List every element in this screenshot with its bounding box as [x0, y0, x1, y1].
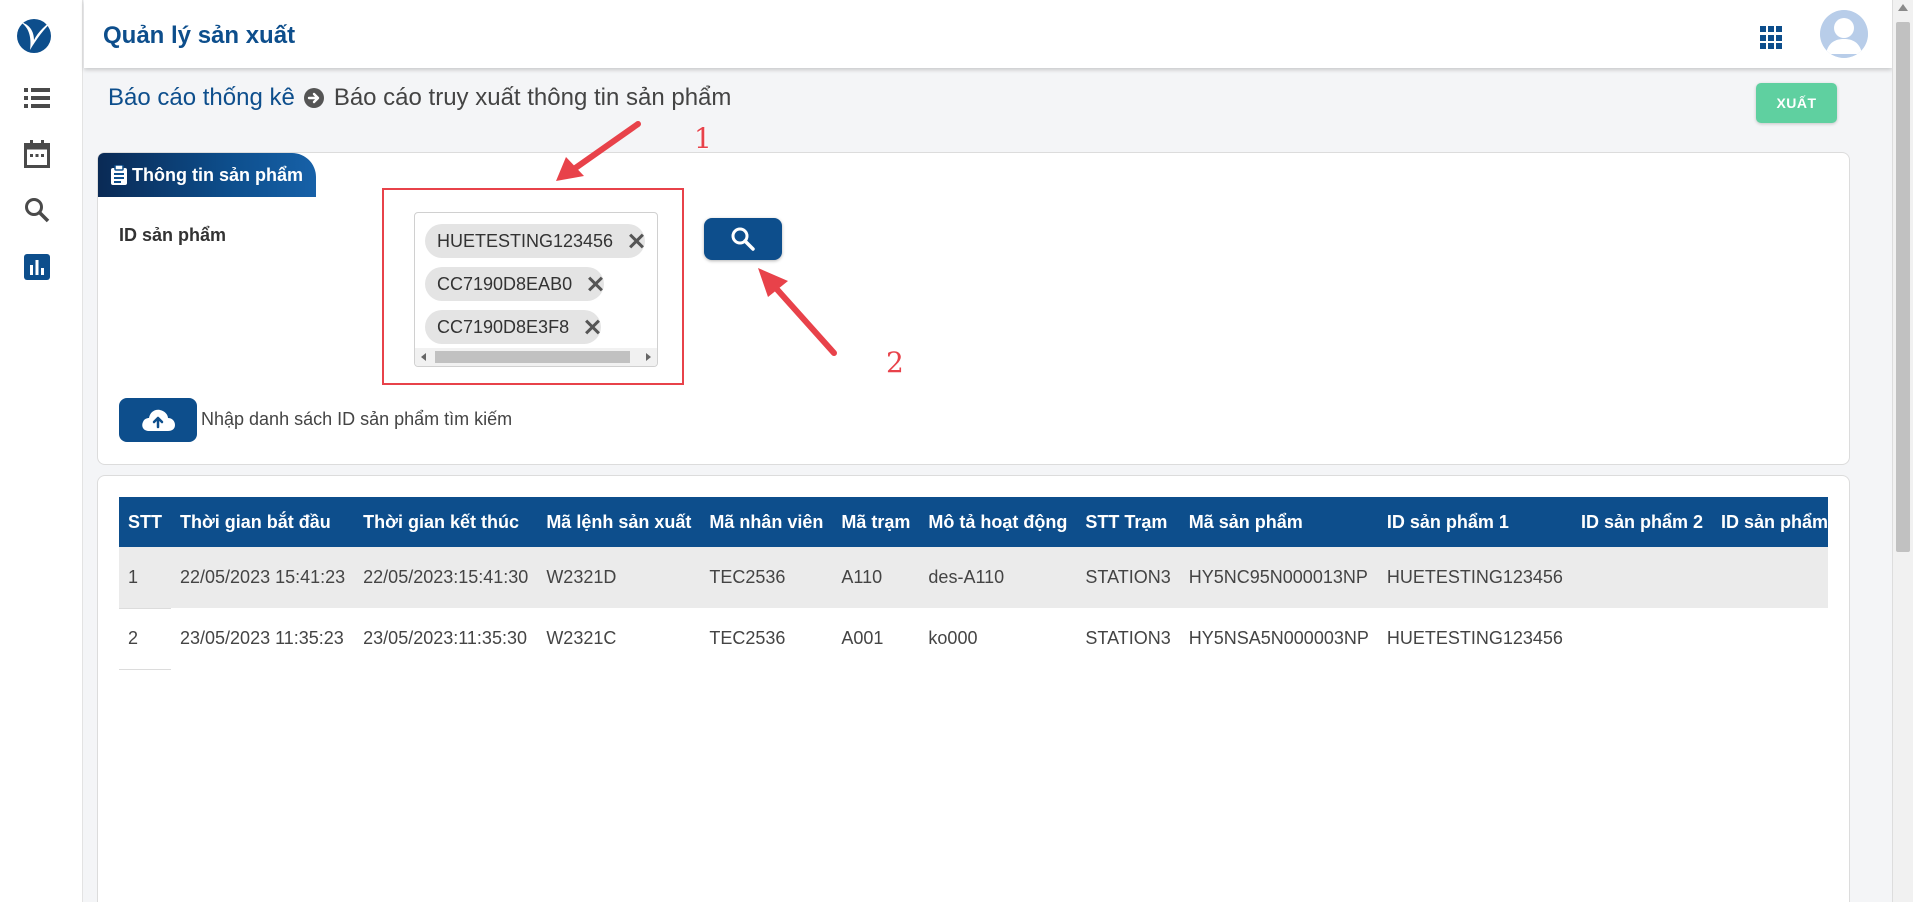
results-table: STT Thời gian bắt đầu Thời gian kết thúc… — [119, 497, 1828, 670]
table-cell: W2321D — [537, 547, 701, 608]
search-icon — [731, 227, 755, 251]
table-cell: des-A110 — [919, 547, 1077, 608]
column-header[interactable]: ID sản phẩm 2 — [1571, 497, 1712, 547]
upload-label: Nhập danh sách ID sản phẩm tìm kiếm — [201, 409, 513, 429]
bar-chart-icon[interactable] — [22, 252, 52, 282]
table-cell: TEC2536 — [700, 547, 833, 608]
column-header[interactable]: Thời gian kết thúc — [354, 497, 538, 547]
scroll-up-icon[interactable] — [1898, 4, 1908, 11]
column-header[interactable]: Mã sản phẩm — [1179, 497, 1378, 547]
breadcrumb: Báo cáo thống kê Báo cáo truy xuất thông… — [108, 84, 731, 112]
table-cell: STATION3 — [1076, 547, 1180, 608]
table-cell: HUETESTING123456 — [1377, 608, 1572, 669]
breadcrumb-current: Báo cáo truy xuất thông tin sản phẩm — [333, 84, 732, 111]
app-title: Quản lý sản xuất — [103, 22, 296, 49]
table-cell: STATION3 — [1076, 608, 1180, 669]
product-info-tab: Thông tin sản phẩm — [98, 153, 316, 197]
table-cell — [1711, 547, 1828, 608]
sidebar — [0, 0, 83, 902]
list-icon[interactable] — [22, 83, 52, 113]
table-cell: HUETESTING123456 — [1377, 547, 1572, 608]
scrollbar-thumb[interactable] — [1896, 22, 1910, 552]
column-header[interactable]: ID sản phẩm 1 — [1377, 497, 1572, 547]
table-cell: 22/05/2023:15:41:30 — [354, 547, 538, 608]
search-icon[interactable] — [22, 195, 52, 225]
column-header[interactable]: Thời gian bắt đầu — [171, 497, 355, 547]
upload-button[interactable] — [119, 398, 197, 442]
clipboard-icon — [111, 165, 127, 185]
top-header: Quản lý sản xuất — [84, 0, 1892, 68]
user-avatar[interactable] — [1820, 10, 1868, 58]
breadcrumb-parent-link[interactable]: Báo cáo thống kê — [108, 84, 295, 112]
table-cell: 23/05/2023:11:35:30 — [354, 608, 538, 669]
cloud-upload-icon — [142, 409, 175, 431]
table-cell — [1571, 608, 1712, 669]
table-cell: HY5NSA5N000003NP — [1179, 608, 1378, 669]
column-header[interactable]: STT — [119, 497, 171, 547]
arrow-right-circle-icon — [303, 88, 324, 108]
export-button[interactable]: XUẤT — [1756, 83, 1837, 123]
table-cell: W2321C — [537, 608, 701, 669]
calendar-icon[interactable] — [22, 139, 52, 169]
column-header[interactable]: ID sản phẩm 3 — [1711, 497, 1828, 547]
column-header[interactable]: Mô tả hoạt động — [919, 497, 1077, 547]
table-cell: A001 — [832, 608, 920, 669]
table-row[interactable]: 2 23/05/2023 11:35:23 23/05/2023:11:35:3… — [119, 608, 1828, 670]
table-cell: ko000 — [919, 608, 1077, 669]
table-cell: 1 — [119, 547, 171, 609]
apps-grid-icon[interactable] — [1760, 26, 1784, 50]
product-id-label: ID sản phẩm — [119, 225, 227, 245]
table-cell: HY5NC95N000013NP — [1179, 547, 1378, 608]
table-cell: 23/05/2023 11:35:23 — [171, 608, 355, 669]
table-header-row: STT Thời gian bắt đầu Thời gian kết thúc… — [119, 497, 1828, 547]
annotation-number-1: 1 — [694, 122, 712, 155]
column-header[interactable]: Mã lệnh sản xuất — [537, 497, 701, 547]
annotation-highlight-box — [382, 188, 684, 385]
table-cell: 22/05/2023 15:41:23 — [171, 547, 355, 608]
table-cell — [1571, 547, 1712, 608]
results-table-wrapper[interactable]: STT Thời gian bắt đầu Thời gian kết thúc… — [119, 497, 1828, 677]
search-button[interactable] — [704, 218, 782, 260]
page-scrollbar[interactable] — [1892, 0, 1913, 902]
table-cell: TEC2536 — [700, 608, 833, 669]
table-cell: 2 — [119, 608, 171, 670]
table-row[interactable]: 1 22/05/2023 15:41:23 22/05/2023:15:41:3… — [119, 547, 1828, 609]
table-cell — [1711, 608, 1828, 669]
table-cell: A110 — [832, 547, 920, 608]
column-header[interactable]: Mã trạm — [832, 497, 920, 547]
product-info-tab-label: Thông tin sản phẩm — [132, 164, 303, 185]
column-header[interactable]: STT Trạm — [1076, 497, 1180, 547]
annotation-number-2: 2 — [886, 346, 904, 379]
app-logo-icon[interactable] — [14, 12, 58, 56]
column-header[interactable]: Mã nhân viên — [700, 497, 833, 547]
